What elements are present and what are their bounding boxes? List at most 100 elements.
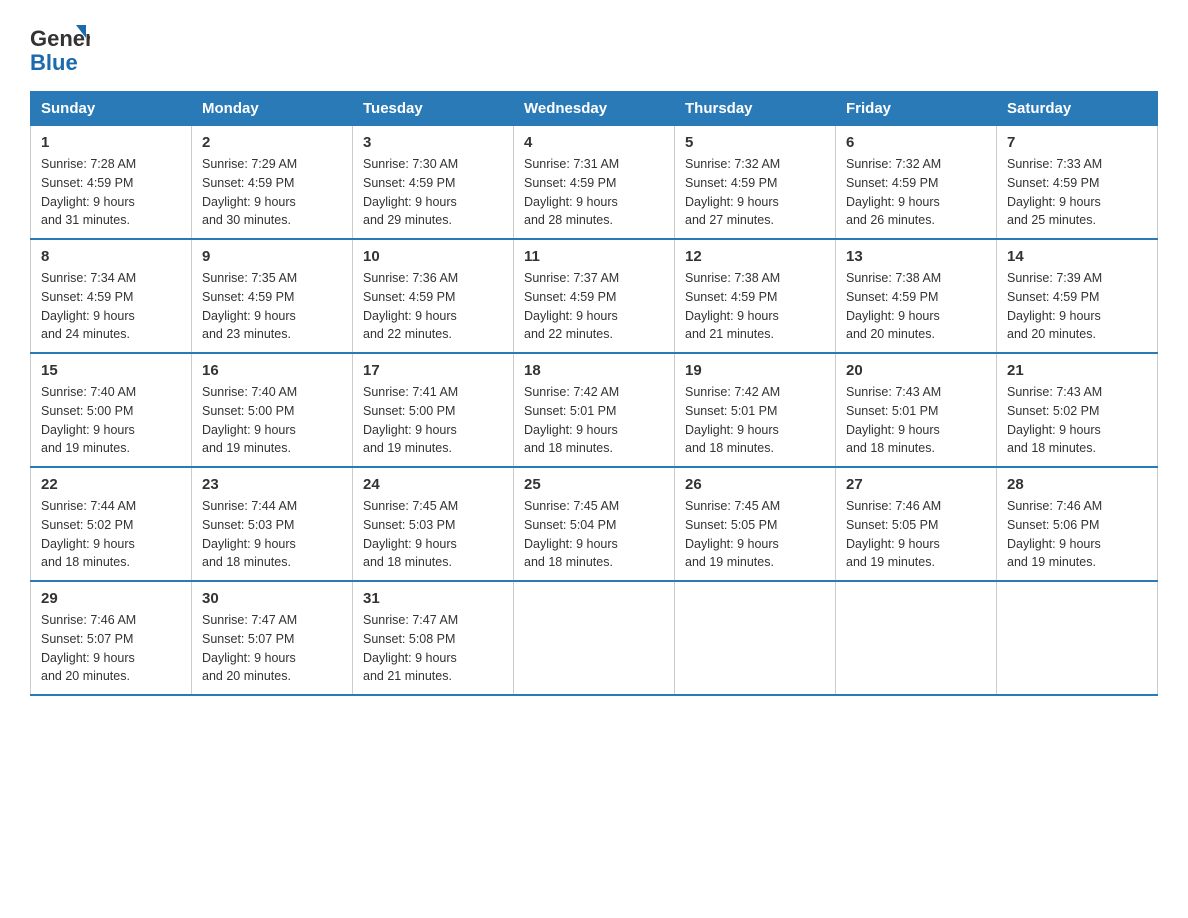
day-info: Sunrise: 7:37 AM Sunset: 4:59 PM Dayligh… bbox=[524, 269, 664, 344]
day-number: 26 bbox=[685, 476, 825, 493]
weekday-header-saturday: Saturday bbox=[997, 92, 1158, 126]
calendar-cell: 2 Sunrise: 7:29 AM Sunset: 4:59 PM Dayli… bbox=[192, 126, 353, 240]
day-info: Sunrise: 7:44 AM Sunset: 5:03 PM Dayligh… bbox=[202, 497, 342, 572]
calendar-cell: 7 Sunrise: 7:33 AM Sunset: 4:59 PM Dayli… bbox=[997, 126, 1158, 240]
day-info: Sunrise: 7:35 AM Sunset: 4:59 PM Dayligh… bbox=[202, 269, 342, 344]
calendar-cell: 31 Sunrise: 7:47 AM Sunset: 5:08 PM Dayl… bbox=[353, 581, 514, 695]
day-info: Sunrise: 7:38 AM Sunset: 4:59 PM Dayligh… bbox=[846, 269, 986, 344]
calendar-cell: 29 Sunrise: 7:46 AM Sunset: 5:07 PM Dayl… bbox=[31, 581, 192, 695]
calendar-cell: 10 Sunrise: 7:36 AM Sunset: 4:59 PM Dayl… bbox=[353, 239, 514, 353]
weekday-header-row: SundayMondayTuesdayWednesdayThursdayFrid… bbox=[31, 92, 1158, 126]
calendar-cell: 20 Sunrise: 7:43 AM Sunset: 5:01 PM Dayl… bbox=[836, 353, 997, 467]
calendar-cell: 15 Sunrise: 7:40 AM Sunset: 5:00 PM Dayl… bbox=[31, 353, 192, 467]
calendar-table: SundayMondayTuesdayWednesdayThursdayFrid… bbox=[30, 91, 1158, 696]
day-info: Sunrise: 7:43 AM Sunset: 5:01 PM Dayligh… bbox=[846, 383, 986, 458]
day-number: 27 bbox=[846, 476, 986, 493]
weekday-header-sunday: Sunday bbox=[31, 92, 192, 126]
day-number: 3 bbox=[363, 134, 503, 151]
day-number: 2 bbox=[202, 134, 342, 151]
day-info: Sunrise: 7:32 AM Sunset: 4:59 PM Dayligh… bbox=[846, 155, 986, 230]
calendar-cell: 27 Sunrise: 7:46 AM Sunset: 5:05 PM Dayl… bbox=[836, 467, 997, 581]
calendar-cell: 18 Sunrise: 7:42 AM Sunset: 5:01 PM Dayl… bbox=[514, 353, 675, 467]
calendar-cell: 4 Sunrise: 7:31 AM Sunset: 4:59 PM Dayli… bbox=[514, 126, 675, 240]
calendar-cell: 1 Sunrise: 7:28 AM Sunset: 4:59 PM Dayli… bbox=[31, 126, 192, 240]
day-number: 11 bbox=[524, 248, 664, 265]
day-info: Sunrise: 7:42 AM Sunset: 5:01 PM Dayligh… bbox=[685, 383, 825, 458]
day-info: Sunrise: 7:42 AM Sunset: 5:01 PM Dayligh… bbox=[524, 383, 664, 458]
day-number: 30 bbox=[202, 590, 342, 607]
calendar-cell: 16 Sunrise: 7:40 AM Sunset: 5:00 PM Dayl… bbox=[192, 353, 353, 467]
day-info: Sunrise: 7:29 AM Sunset: 4:59 PM Dayligh… bbox=[202, 155, 342, 230]
day-info: Sunrise: 7:32 AM Sunset: 4:59 PM Dayligh… bbox=[685, 155, 825, 230]
calendar-cell bbox=[836, 581, 997, 695]
day-info: Sunrise: 7:40 AM Sunset: 5:00 PM Dayligh… bbox=[41, 383, 181, 458]
calendar-cell: 3 Sunrise: 7:30 AM Sunset: 4:59 PM Dayli… bbox=[353, 126, 514, 240]
calendar-cell: 14 Sunrise: 7:39 AM Sunset: 4:59 PM Dayl… bbox=[997, 239, 1158, 353]
day-info: Sunrise: 7:34 AM Sunset: 4:59 PM Dayligh… bbox=[41, 269, 181, 344]
day-info: Sunrise: 7:47 AM Sunset: 5:08 PM Dayligh… bbox=[363, 611, 503, 686]
day-number: 4 bbox=[524, 134, 664, 151]
week-row-2: 8 Sunrise: 7:34 AM Sunset: 4:59 PM Dayli… bbox=[31, 239, 1158, 353]
day-number: 21 bbox=[1007, 362, 1147, 379]
day-number: 29 bbox=[41, 590, 181, 607]
day-info: Sunrise: 7:30 AM Sunset: 4:59 PM Dayligh… bbox=[363, 155, 503, 230]
day-info: Sunrise: 7:31 AM Sunset: 4:59 PM Dayligh… bbox=[524, 155, 664, 230]
day-info: Sunrise: 7:44 AM Sunset: 5:02 PM Dayligh… bbox=[41, 497, 181, 572]
day-number: 24 bbox=[363, 476, 503, 493]
day-info: Sunrise: 7:46 AM Sunset: 5:06 PM Dayligh… bbox=[1007, 497, 1147, 572]
day-number: 13 bbox=[846, 248, 986, 265]
day-number: 5 bbox=[685, 134, 825, 151]
calendar-cell: 24 Sunrise: 7:45 AM Sunset: 5:03 PM Dayl… bbox=[353, 467, 514, 581]
calendar-cell bbox=[514, 581, 675, 695]
weekday-header-monday: Monday bbox=[192, 92, 353, 126]
calendar-cell: 28 Sunrise: 7:46 AM Sunset: 5:06 PM Dayl… bbox=[997, 467, 1158, 581]
calendar-cell: 21 Sunrise: 7:43 AM Sunset: 5:02 PM Dayl… bbox=[997, 353, 1158, 467]
day-info: Sunrise: 7:45 AM Sunset: 5:03 PM Dayligh… bbox=[363, 497, 503, 572]
day-number: 23 bbox=[202, 476, 342, 493]
day-info: Sunrise: 7:45 AM Sunset: 5:05 PM Dayligh… bbox=[685, 497, 825, 572]
day-number: 6 bbox=[846, 134, 986, 151]
week-row-1: 1 Sunrise: 7:28 AM Sunset: 4:59 PM Dayli… bbox=[31, 126, 1158, 240]
weekday-header-tuesday: Tuesday bbox=[353, 92, 514, 126]
logo-icon: General Blue bbox=[30, 20, 90, 75]
weekday-header-wednesday: Wednesday bbox=[514, 92, 675, 126]
day-info: Sunrise: 7:41 AM Sunset: 5:00 PM Dayligh… bbox=[363, 383, 503, 458]
day-number: 15 bbox=[41, 362, 181, 379]
calendar-cell: 13 Sunrise: 7:38 AM Sunset: 4:59 PM Dayl… bbox=[836, 239, 997, 353]
day-info: Sunrise: 7:46 AM Sunset: 5:07 PM Dayligh… bbox=[41, 611, 181, 686]
day-info: Sunrise: 7:43 AM Sunset: 5:02 PM Dayligh… bbox=[1007, 383, 1147, 458]
calendar-cell bbox=[675, 581, 836, 695]
calendar-cell: 8 Sunrise: 7:34 AM Sunset: 4:59 PM Dayli… bbox=[31, 239, 192, 353]
day-number: 14 bbox=[1007, 248, 1147, 265]
svg-text:Blue: Blue bbox=[30, 50, 78, 75]
day-number: 9 bbox=[202, 248, 342, 265]
day-info: Sunrise: 7:38 AM Sunset: 4:59 PM Dayligh… bbox=[685, 269, 825, 344]
day-info: Sunrise: 7:47 AM Sunset: 5:07 PM Dayligh… bbox=[202, 611, 342, 686]
calendar-cell: 12 Sunrise: 7:38 AM Sunset: 4:59 PM Dayl… bbox=[675, 239, 836, 353]
day-info: Sunrise: 7:45 AM Sunset: 5:04 PM Dayligh… bbox=[524, 497, 664, 572]
day-number: 16 bbox=[202, 362, 342, 379]
page-header: General Blue bbox=[30, 20, 1158, 75]
calendar-cell bbox=[997, 581, 1158, 695]
calendar-cell: 17 Sunrise: 7:41 AM Sunset: 5:00 PM Dayl… bbox=[353, 353, 514, 467]
day-number: 12 bbox=[685, 248, 825, 265]
day-number: 28 bbox=[1007, 476, 1147, 493]
day-number: 10 bbox=[363, 248, 503, 265]
calendar-cell: 25 Sunrise: 7:45 AM Sunset: 5:04 PM Dayl… bbox=[514, 467, 675, 581]
weekday-header-friday: Friday bbox=[836, 92, 997, 126]
day-info: Sunrise: 7:39 AM Sunset: 4:59 PM Dayligh… bbox=[1007, 269, 1147, 344]
weekday-header-thursday: Thursday bbox=[675, 92, 836, 126]
calendar-cell: 11 Sunrise: 7:37 AM Sunset: 4:59 PM Dayl… bbox=[514, 239, 675, 353]
day-info: Sunrise: 7:40 AM Sunset: 5:00 PM Dayligh… bbox=[202, 383, 342, 458]
day-info: Sunrise: 7:28 AM Sunset: 4:59 PM Dayligh… bbox=[41, 155, 181, 230]
logo: General Blue bbox=[30, 20, 90, 75]
calendar-cell: 5 Sunrise: 7:32 AM Sunset: 4:59 PM Dayli… bbox=[675, 126, 836, 240]
calendar-cell: 22 Sunrise: 7:44 AM Sunset: 5:02 PM Dayl… bbox=[31, 467, 192, 581]
calendar-cell: 6 Sunrise: 7:32 AM Sunset: 4:59 PM Dayli… bbox=[836, 126, 997, 240]
day-info: Sunrise: 7:33 AM Sunset: 4:59 PM Dayligh… bbox=[1007, 155, 1147, 230]
day-number: 31 bbox=[363, 590, 503, 607]
calendar-cell: 9 Sunrise: 7:35 AM Sunset: 4:59 PM Dayli… bbox=[192, 239, 353, 353]
calendar-cell: 30 Sunrise: 7:47 AM Sunset: 5:07 PM Dayl… bbox=[192, 581, 353, 695]
day-number: 20 bbox=[846, 362, 986, 379]
day-number: 17 bbox=[363, 362, 503, 379]
